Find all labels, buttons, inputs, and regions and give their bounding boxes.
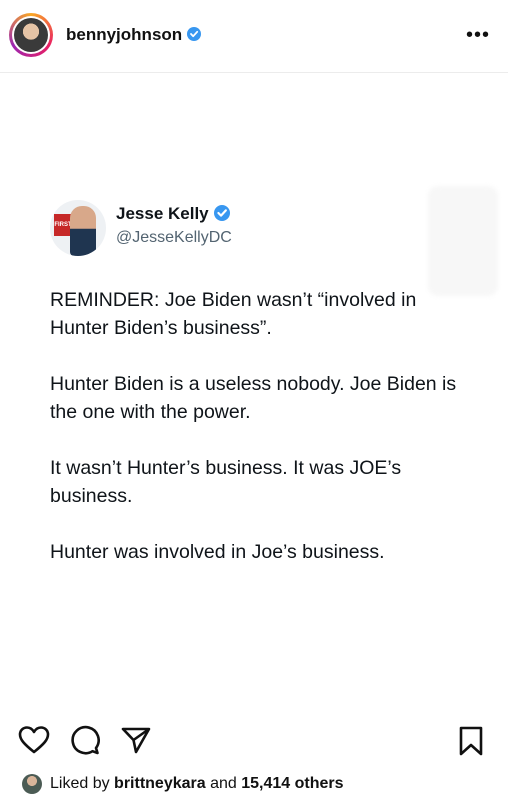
liker-username[interactable]: brittneykara — [114, 775, 206, 793]
tweet-paragraph: Hunter was involved in Joe’s business. — [50, 541, 385, 563]
likes-prefix: Liked by — [50, 775, 110, 792]
post-header: bennyjohnson ••• — [0, 0, 508, 73]
bookmark-icon[interactable] — [458, 725, 484, 762]
username-line[interactable]: bennyjohnson — [66, 25, 202, 45]
heart-icon[interactable] — [18, 725, 50, 760]
tweet-author-avatar: FIRST — [50, 200, 106, 256]
tweet-paragraph: It wasn’t Hunter’s business. It was JOE’… — [50, 457, 402, 507]
tweet-paragraph: Hunter Biden is a useless nobody. Joe Bi… — [50, 373, 457, 423]
tweet-author-name-line: Jesse Kelly — [116, 204, 230, 224]
liker-avatar — [22, 774, 42, 794]
likes-summary[interactable]: Liked by brittneykara and 15,414 others — [22, 770, 344, 798]
avatar-photo — [12, 16, 50, 54]
post-image: FIRST Jesse Kelly @JesseKellyDC REMINDER… — [0, 73, 508, 713]
profile-avatar[interactable] — [9, 13, 53, 57]
tweet-author-handle: @JesseKellyDC — [116, 229, 232, 246]
tweet-paragraph: REMINDER: Joe Biden wasn’t “involved in … — [50, 289, 417, 339]
verified-badge-icon — [187, 27, 202, 41]
comment-icon[interactable] — [70, 725, 100, 760]
username[interactable]: bennyjohnson — [66, 25, 182, 44]
share-icon[interactable] — [120, 725, 152, 760]
post-actions — [0, 718, 508, 762]
tweet-body: REMINDER: Joe Biden wasn’t “involved in … — [50, 286, 470, 594]
likes-and: and — [210, 775, 237, 792]
faded-artifact — [428, 186, 498, 296]
tweet-verified-icon — [213, 205, 230, 221]
more-options-icon[interactable]: ••• — [466, 24, 490, 47]
likes-count[interactable]: 15,414 others — [241, 775, 343, 793]
tweet-author-name: Jesse Kelly — [116, 204, 209, 223]
